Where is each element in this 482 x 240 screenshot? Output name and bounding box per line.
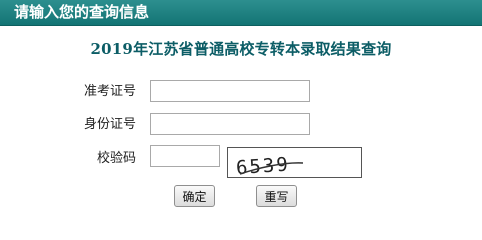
exam-no-label: 准考证号	[84, 84, 137, 99]
captcha-drawing: 6539	[235, 154, 304, 179]
id-no-input[interactable]	[150, 113, 310, 135]
id-no-label: 身份证号	[84, 117, 137, 132]
exam-no-input[interactable]	[150, 80, 310, 102]
header-title: 请输入您的查询信息	[14, 3, 150, 21]
page-title: 2019年江苏省普通高校专转本录取结果查询	[90, 40, 392, 58]
captcha-input[interactable]	[150, 145, 220, 167]
submit-button[interactable]: 确定	[174, 185, 215, 207]
captcha-image[interactable]: 6539	[227, 147, 362, 179]
header-bar: 请输入您的查询信息	[0, 0, 482, 26]
reset-button[interactable]: 重写	[256, 185, 297, 207]
captcha-label: 校验码	[97, 151, 137, 166]
